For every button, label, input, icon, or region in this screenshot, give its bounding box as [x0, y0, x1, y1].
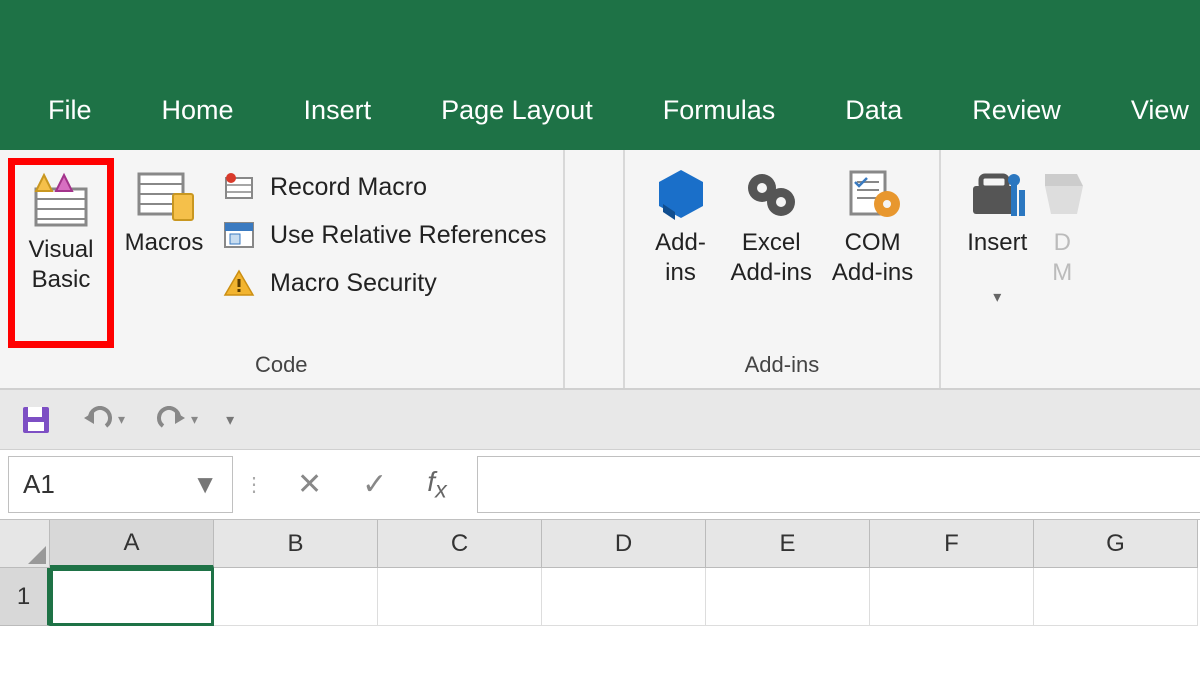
- chevron-down-icon: ▾: [191, 411, 198, 428]
- group-code: Visual Basic Macros Record Macro: [0, 150, 565, 388]
- enter-formula-button[interactable]: ✓: [362, 467, 387, 502]
- column-header-c[interactable]: C: [378, 520, 542, 568]
- column-headers: A B C D E F G: [0, 520, 1200, 568]
- com-addins-label: COM Add-ins: [832, 228, 913, 292]
- macro-security-label: Macro Security: [270, 269, 437, 298]
- cell-c1[interactable]: [378, 568, 542, 626]
- column-header-a[interactable]: A: [50, 520, 214, 568]
- tab-page-layout[interactable]: Page Layout: [441, 95, 593, 126]
- code-small-buttons: Record Macro Use Relative References Mac…: [214, 158, 547, 348]
- tab-home[interactable]: Home: [162, 95, 234, 126]
- insert-function-button[interactable]: fx: [427, 466, 446, 504]
- addins-label: Add- ins: [655, 228, 706, 292]
- undo-button[interactable]: ▾: [80, 406, 125, 434]
- column-header-e[interactable]: E: [706, 520, 870, 568]
- customize-icon: ▾: [226, 410, 234, 430]
- group-spacer: [565, 150, 625, 388]
- cell-b1[interactable]: [214, 568, 378, 626]
- column-header-b[interactable]: B: [214, 520, 378, 568]
- tab-file[interactable]: File: [48, 95, 92, 126]
- design-mode-label: DM: [1052, 228, 1072, 292]
- chevron-down-icon: ▾: [993, 288, 1001, 308]
- addins-button[interactable]: Add- ins: [641, 158, 721, 348]
- ribbon: Visual Basic Macros Record Macro: [0, 150, 1200, 390]
- macro-security-button[interactable]: Macro Security: [222, 268, 547, 298]
- tab-review[interactable]: Review: [972, 95, 1061, 126]
- design-mode-icon: [1037, 164, 1087, 222]
- use-relative-button[interactable]: Use Relative References: [222, 220, 547, 250]
- record-macro-button[interactable]: Record Macro: [222, 172, 547, 202]
- title-bar: [0, 0, 1200, 70]
- undo-icon: [80, 406, 116, 434]
- macros-label: Macros: [125, 228, 204, 292]
- use-relative-icon: [222, 220, 256, 250]
- column-header-f[interactable]: F: [870, 520, 1034, 568]
- visual-basic-icon: [30, 171, 92, 229]
- insert-controls-button[interactable]: Insert ▾: [957, 158, 1037, 348]
- cell-e1[interactable]: [706, 568, 870, 626]
- group-addins-label: Add-ins: [625, 352, 940, 378]
- design-mode-button[interactable]: DM: [1037, 158, 1087, 348]
- visual-basic-button[interactable]: Visual Basic: [8, 158, 114, 348]
- formula-input[interactable]: [477, 456, 1200, 513]
- group-controls: Insert ▾ DM: [941, 150, 1103, 388]
- addins-icon: [651, 164, 711, 222]
- macros-icon: [133, 164, 195, 222]
- insert-controls-label: Insert: [967, 228, 1027, 292]
- record-macro-icon: [222, 172, 256, 202]
- cancel-formula-button[interactable]: ✕: [297, 467, 322, 502]
- excel-addins-label: Excel Add-ins: [731, 228, 812, 292]
- customize-qat-button[interactable]: ▾: [226, 410, 234, 430]
- tab-formulas[interactable]: Formulas: [663, 95, 776, 126]
- cell-f1[interactable]: [870, 568, 1034, 626]
- chevron-down-icon: ▾: [118, 411, 125, 428]
- save-icon: [20, 404, 52, 436]
- row-header-1[interactable]: 1: [0, 568, 50, 626]
- cell-g1[interactable]: [1034, 568, 1198, 626]
- cell-a1[interactable]: [50, 568, 214, 626]
- use-relative-label: Use Relative References: [270, 221, 547, 250]
- name-box[interactable]: A1 ▼: [8, 456, 233, 513]
- formula-bar: A1 ▼ ⋮ ✕ ✓ fx: [0, 450, 1200, 520]
- chevron-down-icon[interactable]: ▼: [192, 469, 218, 500]
- row-1: 1: [0, 568, 1200, 626]
- toolbox-icon: [967, 164, 1027, 222]
- select-all-triangle[interactable]: [0, 520, 50, 568]
- redo-button[interactable]: ▾: [153, 406, 198, 434]
- separator: ⋮: [241, 450, 267, 519]
- worksheet: A B C D E F G 1: [0, 520, 1200, 626]
- tab-data[interactable]: Data: [845, 95, 902, 126]
- visual-basic-label: Visual Basic: [29, 235, 94, 299]
- excel-addins-icon: [741, 164, 801, 222]
- column-header-d[interactable]: D: [542, 520, 706, 568]
- quick-access-toolbar: ▾ ▾ ▾: [0, 390, 1200, 450]
- name-box-value: A1: [23, 469, 55, 500]
- group-code-label: Code: [0, 352, 563, 378]
- tab-insert[interactable]: Insert: [304, 95, 372, 126]
- ribbon-tabs: File Home Insert Page Layout Formulas Da…: [0, 70, 1200, 150]
- formula-buttons: ✕ ✓ fx: [267, 450, 477, 519]
- com-addins-button[interactable]: COM Add-ins: [822, 158, 923, 348]
- tab-view[interactable]: View: [1131, 95, 1189, 126]
- cell-d1[interactable]: [542, 568, 706, 626]
- macros-button[interactable]: Macros: [114, 158, 214, 348]
- column-header-g[interactable]: G: [1034, 520, 1198, 568]
- record-macro-label: Record Macro: [270, 173, 427, 202]
- group-addins: Add- ins Excel Add-ins: [625, 150, 942, 388]
- warning-icon: [222, 268, 256, 298]
- excel-addins-button[interactable]: Excel Add-ins: [721, 158, 822, 348]
- redo-icon: [153, 406, 189, 434]
- com-addins-icon: [843, 164, 903, 222]
- save-button[interactable]: [20, 404, 52, 436]
